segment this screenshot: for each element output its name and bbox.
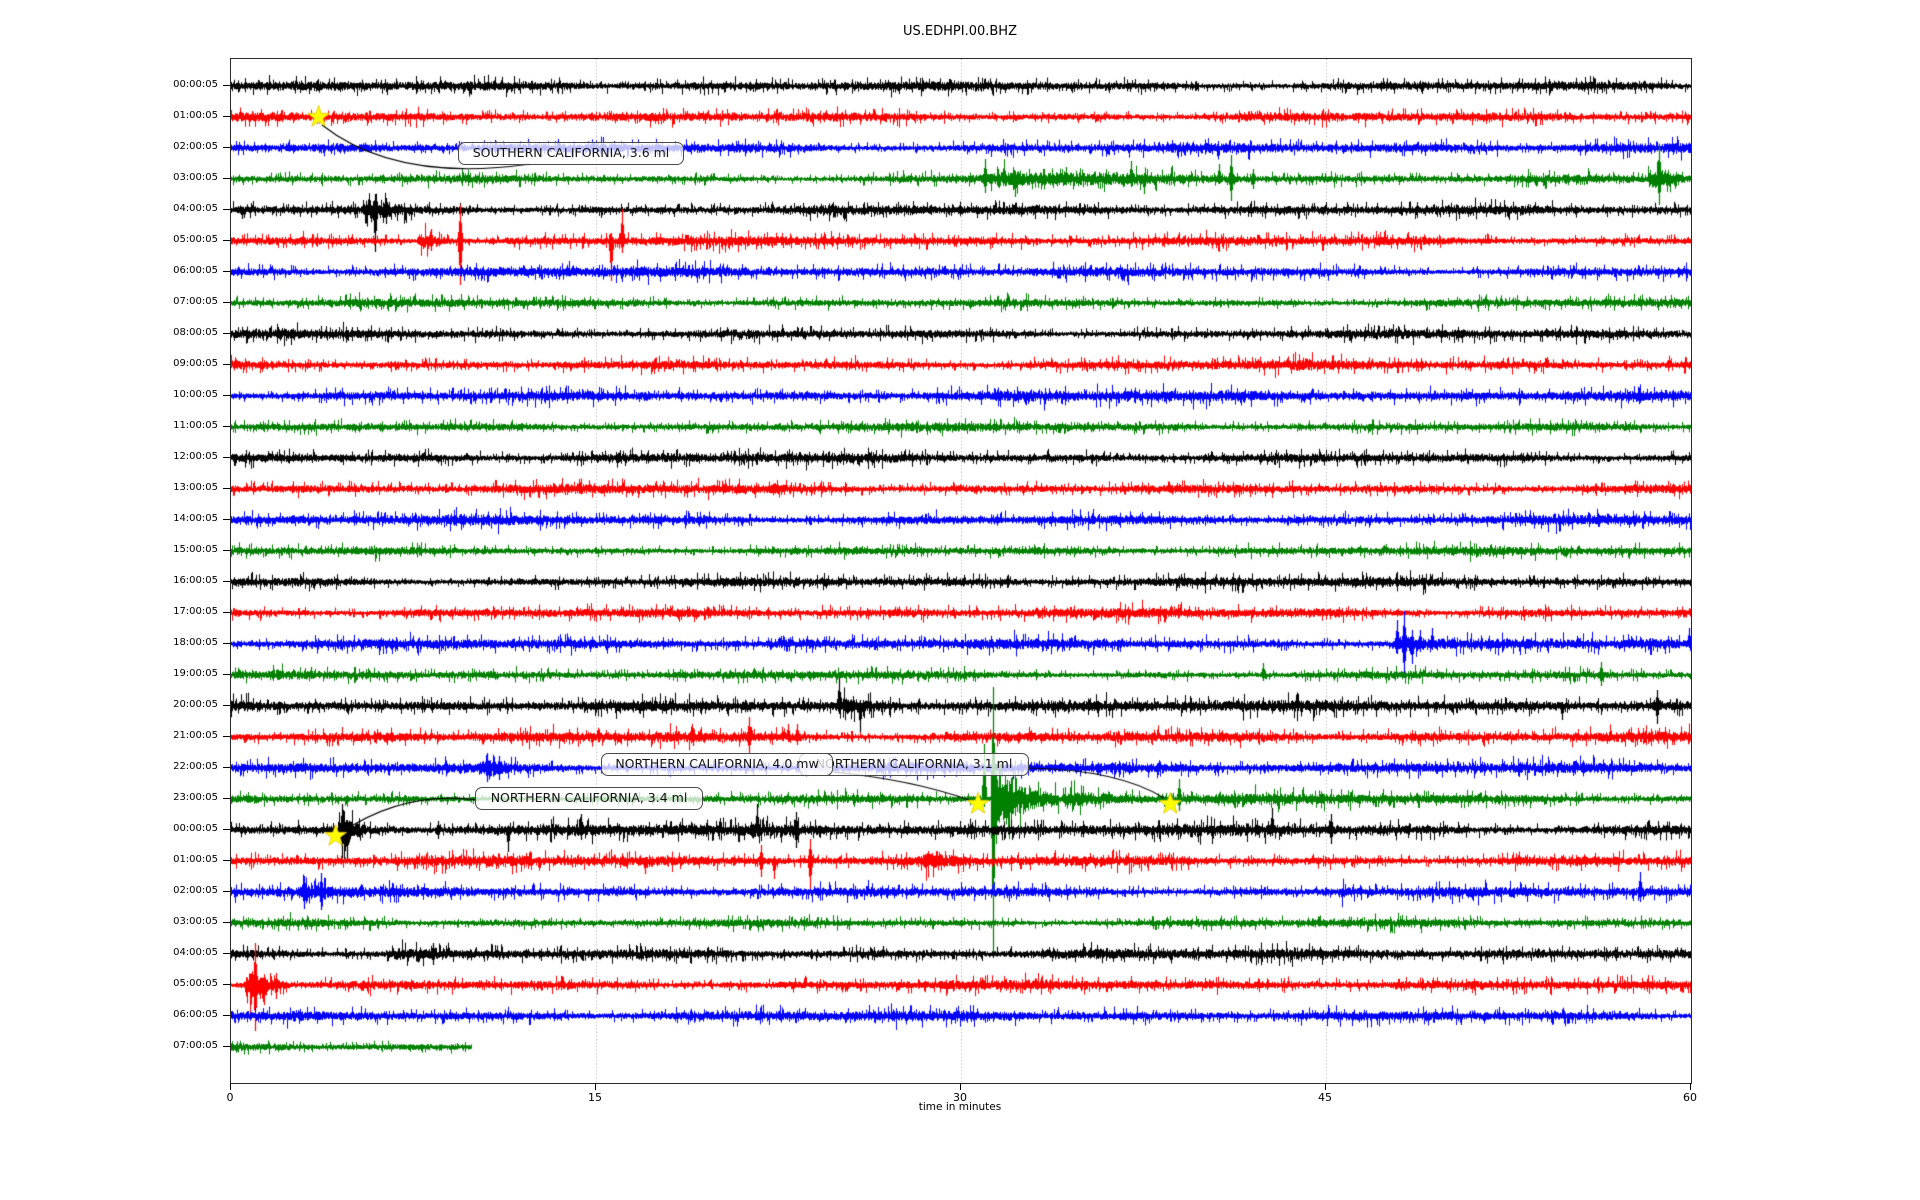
row-label: 13:00:05 <box>0 481 218 495</box>
event-annotation: NORTHERN CALIFORNIA, 3.4 ml <box>475 787 703 810</box>
row-label: 00:00:05 <box>0 78 218 92</box>
row-label: 04:00:05 <box>0 946 218 960</box>
row-label: 04:00:05 <box>0 202 218 216</box>
row-label: 22:00:05 <box>0 760 218 774</box>
y-tick <box>223 488 230 489</box>
y-tick <box>223 147 230 148</box>
row-label: 06:00:05 <box>0 264 218 278</box>
y-tick <box>223 209 230 210</box>
y-tick <box>223 581 230 582</box>
y-tick <box>223 271 230 272</box>
y-tick <box>223 984 230 985</box>
y-tick <box>223 922 230 923</box>
x-tick <box>1325 1083 1326 1090</box>
row-label: 19:00:05 <box>0 667 218 681</box>
x-axis-label: time in minutes <box>919 1101 1001 1113</box>
x-tick <box>960 1083 961 1090</box>
y-tick <box>223 426 230 427</box>
x-tick <box>1690 1083 1691 1090</box>
x-tick-label: 45 <box>1318 1091 1332 1105</box>
y-tick <box>223 395 230 396</box>
y-tick <box>223 550 230 551</box>
chart-title: US.EDHPI.00.BHZ <box>903 24 1017 39</box>
y-tick <box>223 85 230 86</box>
row-label: 03:00:05 <box>0 915 218 929</box>
seismogram-figure: US.EDHPI.00.BHZ 00:00:05 01:00:05 02:00:05… <box>0 0 1920 1200</box>
y-tick <box>223 333 230 334</box>
row-label: 02:00:05 <box>0 140 218 154</box>
y-tick <box>223 519 230 520</box>
y-tick <box>223 736 230 737</box>
row-label: 21:00:05 <box>0 729 218 743</box>
row-label: 18:00:05 <box>0 636 218 650</box>
y-tick <box>223 302 230 303</box>
row-label: 07:00:05 <box>0 1039 218 1053</box>
plot-area <box>230 58 1692 1084</box>
y-tick <box>223 240 230 241</box>
x-tick-label: 60 <box>1683 1091 1697 1105</box>
y-tick <box>223 1015 230 1016</box>
row-label: 05:00:05 <box>0 977 218 991</box>
row-label: 00:00:05 <box>0 822 218 836</box>
event-annotation: SOUTHERN CALIFORNIA, 3.6 ml <box>458 142 684 165</box>
row-label: 12:00:05 <box>0 450 218 464</box>
event-annotation: NORTHERN CALIFORNIA, 3.1 ml <box>799 753 1029 776</box>
event-annotation: NORTHERN CALIFORNIA, 4.0 mw <box>601 753 833 776</box>
row-label: 03:00:05 <box>0 171 218 185</box>
row-label: 01:00:05 <box>0 853 218 867</box>
row-label: 07:00:05 <box>0 295 218 309</box>
x-tick <box>595 1083 596 1090</box>
y-tick <box>223 674 230 675</box>
y-tick <box>223 891 230 892</box>
row-label: 16:00:05 <box>0 574 218 588</box>
row-label: 14:00:05 <box>0 512 218 526</box>
row-label: 09:00:05 <box>0 357 218 371</box>
row-label: 01:00:05 <box>0 109 218 123</box>
x-tick-label: 0 <box>227 1091 234 1105</box>
row-label: 17:00:05 <box>0 605 218 619</box>
row-label: 10:00:05 <box>0 388 218 402</box>
row-label: 23:00:05 <box>0 791 218 805</box>
x-tick <box>230 1083 231 1090</box>
row-label: 06:00:05 <box>0 1008 218 1022</box>
row-label: 08:00:05 <box>0 326 218 340</box>
y-tick <box>223 612 230 613</box>
seismogram-canvas <box>231 59 1691 1083</box>
row-label: 05:00:05 <box>0 233 218 247</box>
y-tick <box>223 364 230 365</box>
row-label: 11:00:05 <box>0 419 218 433</box>
y-tick <box>223 1046 230 1047</box>
y-tick <box>223 829 230 830</box>
y-tick <box>223 860 230 861</box>
y-tick <box>223 705 230 706</box>
row-label: 02:00:05 <box>0 884 218 898</box>
y-tick <box>223 767 230 768</box>
y-tick <box>223 953 230 954</box>
y-tick <box>223 798 230 799</box>
row-label: 20:00:05 <box>0 698 218 712</box>
y-tick <box>223 457 230 458</box>
y-tick <box>223 178 230 179</box>
y-tick <box>223 643 230 644</box>
row-label: 15:00:05 <box>0 543 218 557</box>
x-tick-label: 15 <box>588 1091 602 1105</box>
y-tick <box>223 116 230 117</box>
